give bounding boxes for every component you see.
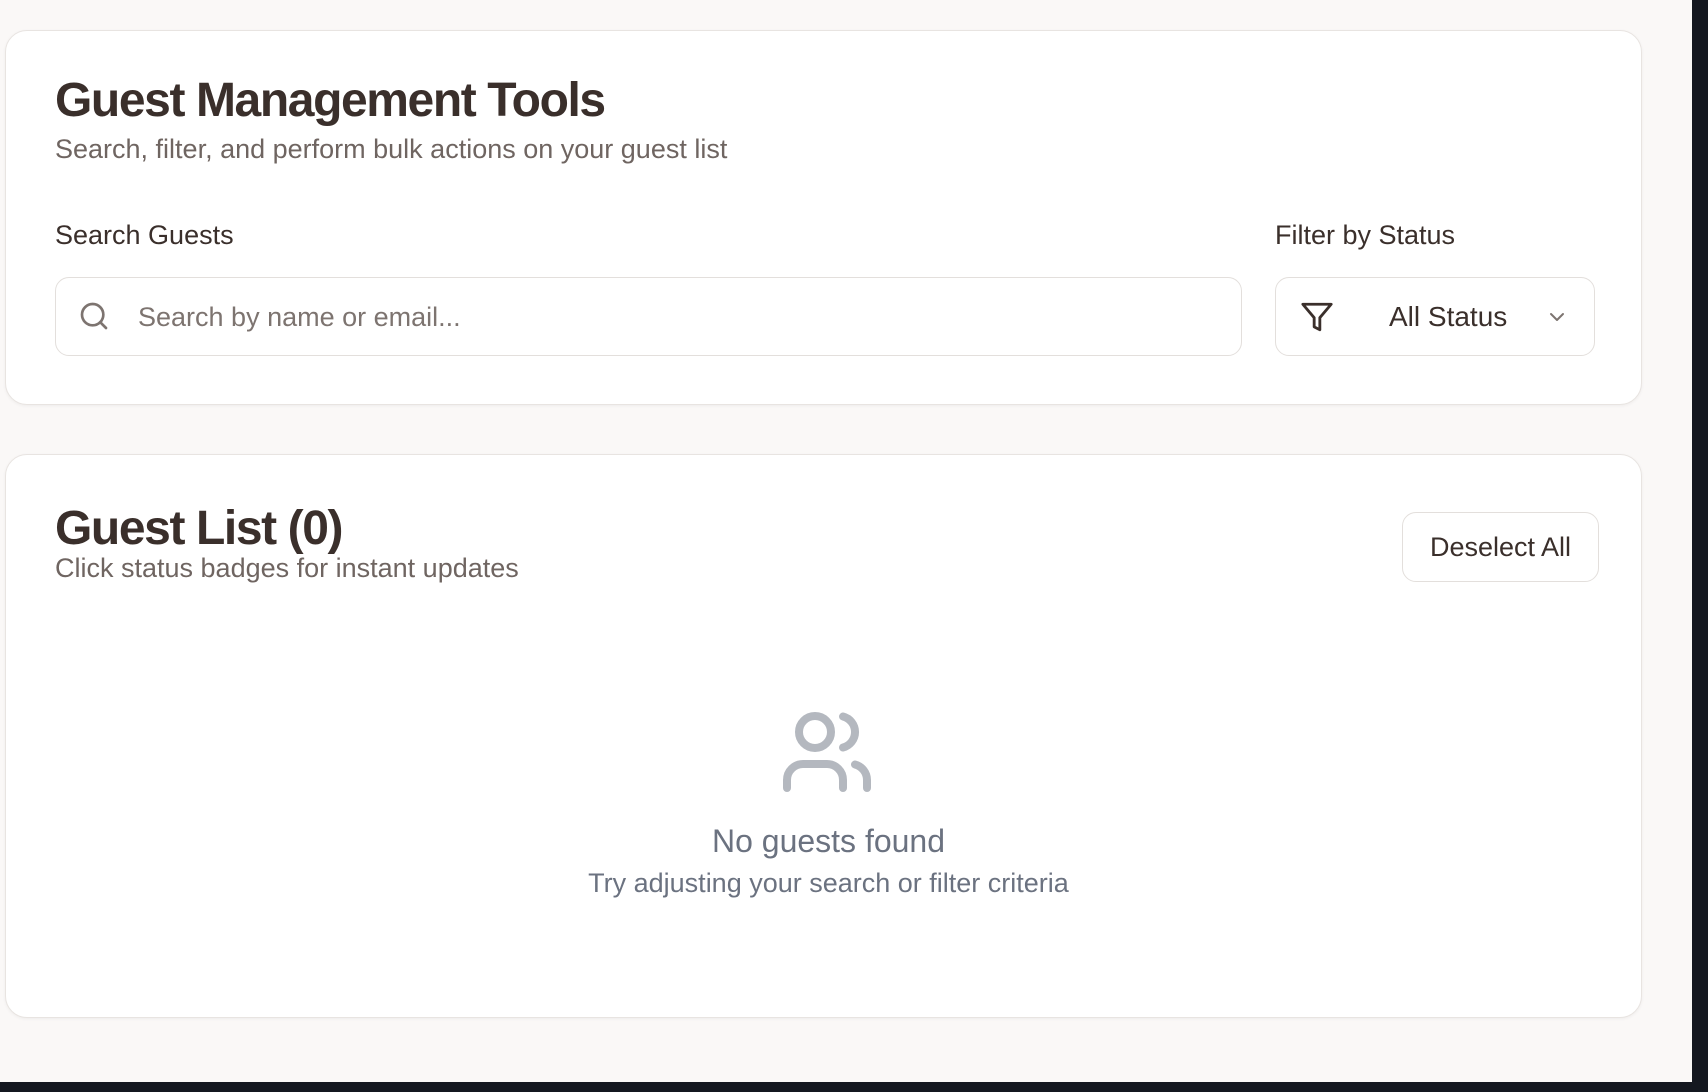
deselect-all-button[interactable]: Deselect All: [1402, 512, 1599, 582]
search-icon: [80, 302, 108, 330]
search-label: Search Guests: [55, 220, 234, 250]
status-filter-value: All Status: [1389, 301, 1508, 332]
page: Guest Management Tools Search, filter, a…: [0, 0, 1692, 1082]
guest-list-card: Guest List (0) Click status badges for i…: [5, 454, 1642, 1018]
tools-subtitle: Search, filter, and perform bulk actions…: [55, 134, 728, 164]
chevron-down-icon: [1550, 313, 1564, 321]
search-field[interactable]: [55, 277, 1242, 356]
status-filter-select[interactable]: All Status: [1275, 277, 1595, 356]
filter-label: Filter by Status: [1275, 220, 1456, 250]
guest-list-subtitle: Click status badges for instant updates: [55, 553, 519, 583]
filter-icon: [1301, 302, 1333, 332]
guest-list-title: Guest List (0): [55, 502, 344, 555]
empty-state-title: No guests found: [711, 823, 946, 859]
users-icon: [783, 712, 871, 792]
guest-management-tools-card: Guest Management Tools Search, filter, a…: [5, 30, 1642, 405]
empty-state-subtitle: Try adjusting your search or filter crit…: [588, 868, 1069, 898]
tools-title: Guest Management Tools: [55, 74, 606, 127]
search-input[interactable]: [136, 278, 1220, 356]
